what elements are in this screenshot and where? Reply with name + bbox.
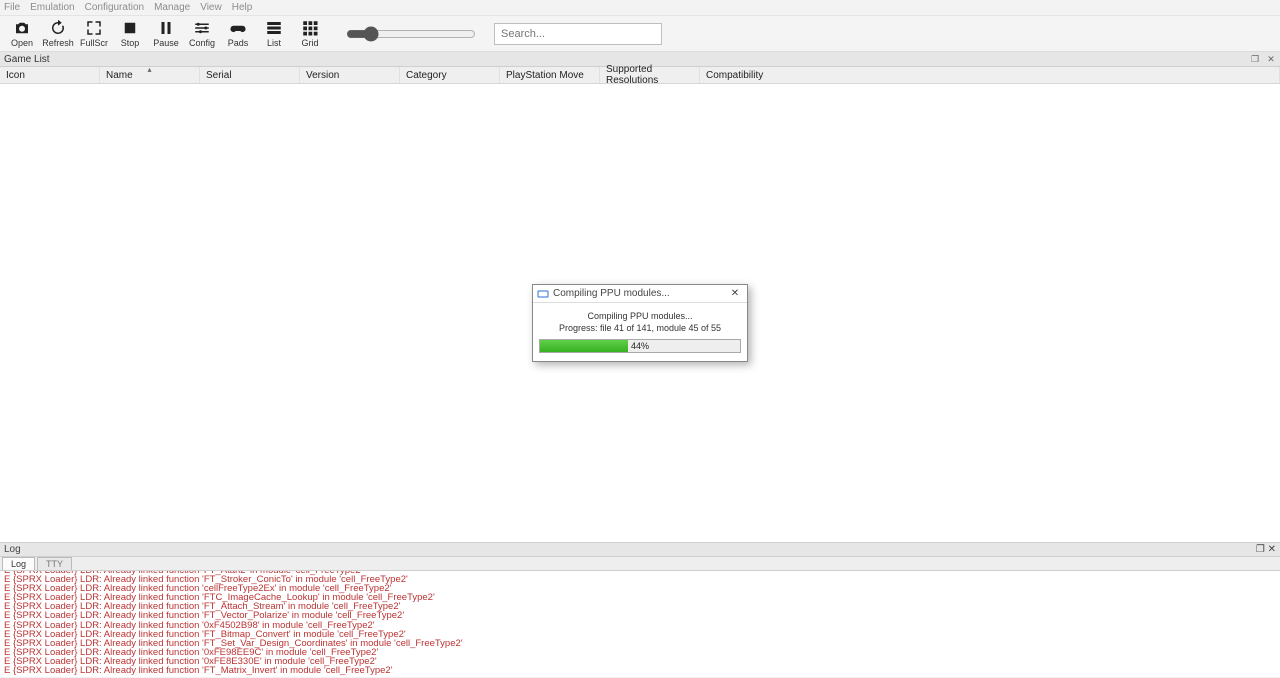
grid-icon bbox=[301, 19, 319, 37]
panel-float-button[interactable]: ❐ bbox=[1250, 54, 1260, 64]
open-button[interactable]: Open bbox=[4, 19, 40, 48]
column-category[interactable]: Category bbox=[400, 67, 500, 83]
compile-dialog: Compiling PPU modules... ✕ Compiling PPU… bbox=[532, 284, 748, 362]
config-button[interactable]: Config bbox=[184, 19, 220, 48]
log-close-button[interactable]: ✕ bbox=[1268, 544, 1276, 555]
progress-bar: 44% bbox=[539, 339, 741, 353]
column-name[interactable]: Name▴ bbox=[100, 67, 200, 83]
tab-tty[interactable]: TTY bbox=[37, 557, 72, 570]
slider-input[interactable] bbox=[346, 26, 476, 42]
dialog-title: Compiling PPU modules... bbox=[553, 288, 670, 299]
column-icon[interactable]: Icon bbox=[0, 67, 100, 83]
grid-label: Grid bbox=[301, 38, 318, 48]
menu-emulation[interactable]: Emulation bbox=[30, 2, 74, 13]
log-float-button[interactable]: ❐ bbox=[1256, 544, 1265, 555]
dialog-progress-text: Progress: file 41 of 141, module 45 of 5… bbox=[539, 323, 741, 333]
config-label: Config bbox=[189, 38, 215, 48]
log-title: Log bbox=[4, 544, 21, 555]
search-input[interactable] bbox=[494, 23, 662, 45]
fullscr-button[interactable]: FullScr bbox=[76, 19, 112, 48]
tab-log[interactable]: Log bbox=[2, 557, 35, 570]
menu-file[interactable]: File bbox=[4, 2, 20, 13]
stop-label: Stop bbox=[121, 38, 140, 48]
log-body[interactable]: E {SPRX Loader} LDR: Already linked func… bbox=[0, 571, 1280, 677]
log-line: E {SPRX Loader} LDR: Already linked func… bbox=[4, 666, 1276, 675]
log-panel-header: Log ❐ ✕ bbox=[0, 542, 1280, 557]
column-serial[interactable]: Serial bbox=[200, 67, 300, 83]
menu-manage[interactable]: Manage bbox=[154, 2, 190, 13]
list-label: List bbox=[267, 38, 281, 48]
refresh-button[interactable]: Refresh bbox=[40, 19, 76, 48]
dialog-message: Compiling PPU modules... bbox=[539, 311, 741, 321]
pause-button[interactable]: Pause bbox=[148, 19, 184, 48]
pause-icon bbox=[157, 19, 175, 37]
toolbar: Open Refresh FullScr Stop Pause Config P… bbox=[0, 16, 1280, 52]
pause-label: Pause bbox=[153, 38, 179, 48]
open-label: Open bbox=[11, 38, 33, 48]
gamepad-icon bbox=[229, 19, 247, 37]
fullscreen-icon bbox=[85, 19, 103, 37]
app-logo-icon bbox=[537, 288, 549, 300]
camera-icon bbox=[13, 19, 31, 37]
column-resolutions[interactable]: Supported Resolutions bbox=[600, 67, 700, 83]
progress-bar-fill bbox=[540, 340, 628, 352]
gamelist-columns: Icon Name▴ Serial Version Category PlayS… bbox=[0, 67, 1280, 84]
menubar: File Emulation Configuration Manage View… bbox=[0, 0, 1280, 16]
gamelist-title: Game List bbox=[4, 54, 50, 65]
dialog-titlebar[interactable]: Compiling PPU modules... ✕ bbox=[533, 285, 747, 303]
stop-button[interactable]: Stop bbox=[112, 19, 148, 48]
pads-button[interactable]: Pads bbox=[220, 19, 256, 48]
list-icon bbox=[265, 19, 283, 37]
grid-button[interactable]: Grid bbox=[292, 19, 328, 48]
column-version[interactable]: Version bbox=[300, 67, 400, 83]
progress-percent: 44% bbox=[631, 341, 649, 351]
dialog-close-button[interactable]: ✕ bbox=[727, 287, 743, 301]
log-tabs: Log TTY bbox=[0, 557, 1280, 571]
fullscr-label: FullScr bbox=[80, 38, 108, 48]
refresh-label: Refresh bbox=[42, 38, 74, 48]
column-psmove[interactable]: PlayStation Move bbox=[500, 67, 600, 83]
refresh-icon bbox=[49, 19, 67, 37]
menu-configuration[interactable]: Configuration bbox=[85, 2, 144, 13]
stop-icon bbox=[121, 19, 139, 37]
sort-asc-icon: ▴ bbox=[147, 65, 151, 74]
list-button[interactable]: List bbox=[256, 19, 292, 48]
menu-view[interactable]: View bbox=[200, 2, 222, 13]
panel-close-button[interactable]: ✕ bbox=[1266, 54, 1276, 64]
column-compatibility[interactable]: Compatibility bbox=[700, 67, 1280, 83]
search-wrap bbox=[494, 23, 662, 45]
menu-help[interactable]: Help bbox=[232, 2, 253, 13]
icon-size-slider[interactable] bbox=[346, 26, 476, 42]
sliders-icon bbox=[193, 19, 211, 37]
pads-label: Pads bbox=[228, 38, 249, 48]
